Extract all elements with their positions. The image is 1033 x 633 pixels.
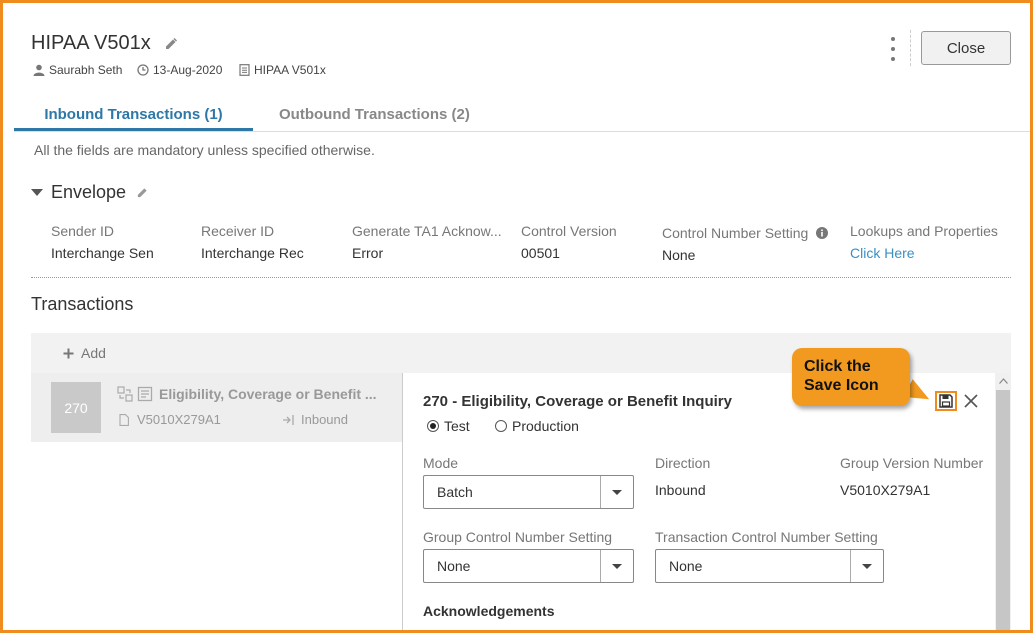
mode-label: Mode — [423, 455, 459, 471]
envelope-field-control-number: Control Number Setting None — [662, 225, 829, 263]
edi-doc-icon — [137, 386, 153, 402]
scrollbar-thumb[interactable] — [996, 390, 1010, 633]
transaction-control-label: Transaction Control Number Setting — [655, 529, 878, 545]
transaction-item-title: Eligibility, Coverage or Benefit ... — [159, 386, 377, 402]
panel-title: 270 - Eligibility, Coverage or Benefit I… — [423, 393, 732, 410]
envelope-field-receiver-id: Receiver ID Interchange Rec — [201, 223, 304, 261]
pencil-icon[interactable] — [156, 32, 178, 55]
envelope-field-control-version: Control Version 00501 — [521, 223, 617, 261]
close-icon[interactable] — [963, 393, 979, 409]
envelope-field-lookups: Lookups and Properties Click Here — [850, 223, 998, 261]
active-tab-indicator — [14, 128, 253, 131]
click-here-link[interactable]: Click Here — [850, 245, 998, 261]
direction-value: Inbound — [655, 482, 706, 498]
author-meta: Saurabh Seth — [33, 63, 122, 77]
group-version-label: Group Version Number — [840, 455, 984, 471]
dropdown-arrow-icon — [850, 550, 883, 582]
acknowledgements-heading: Acknowledgements — [423, 603, 555, 619]
save-icon[interactable] — [935, 391, 957, 411]
more-options-icon[interactable] — [889, 37, 897, 61]
date-meta: 13-Aug-2020 — [137, 63, 222, 77]
page-title: HIPAA V501x — [31, 32, 178, 55]
radio-unchecked-icon — [495, 420, 507, 432]
scroll-up-icon[interactable] — [995, 373, 1011, 389]
envelope-field-sender-id: Sender ID Interchange Sen — [51, 223, 154, 261]
section-divider — [31, 277, 1011, 278]
plus-icon — [63, 348, 74, 358]
document-icon — [239, 64, 250, 76]
add-transaction-button[interactable]: Add — [63, 345, 106, 361]
transaction-control-select[interactable]: None — [655, 549, 884, 583]
group-control-label: Group Control Number Setting — [423, 529, 613, 545]
transaction-item-direction: Inbound — [282, 412, 348, 427]
save-callout: Click the Save Icon — [792, 348, 910, 406]
file-icon — [119, 413, 129, 426]
envelope-header: Envelope — [31, 182, 149, 203]
mandatory-hint: All the fields are mandatory unless spec… — [34, 142, 375, 158]
doc-meta: HIPAA V501x — [239, 63, 326, 77]
group-version-value: V5010X279A1 — [840, 482, 931, 498]
tab-outbound-transactions[interactable]: Outbound Transactions (2) — [279, 106, 470, 123]
clock-icon — [137, 64, 149, 76]
tabs-divider — [14, 131, 1033, 132]
header-divider — [910, 30, 911, 66]
dropdown-arrow-icon — [600, 550, 633, 582]
transaction-item-version: V5010X279A1 — [119, 412, 221, 427]
pencil-icon[interactable] — [136, 186, 149, 199]
radio-checked-icon — [427, 420, 439, 432]
mode-select[interactable]: Batch — [423, 475, 634, 509]
info-icon[interactable] — [816, 227, 829, 239]
tab-inbound-transactions[interactable]: Inbound Transactions (1) — [14, 106, 253, 123]
envelope-title: Envelope — [51, 182, 127, 202]
transaction-code-tile: 270 — [51, 382, 101, 433]
user-icon — [33, 64, 45, 76]
radio-production[interactable]: Production — [495, 418, 579, 434]
inbound-icon — [283, 414, 294, 425]
direction-label: Direction — [655, 455, 711, 471]
radio-test[interactable]: Test — [427, 418, 470, 434]
transform-icon — [117, 386, 133, 402]
group-control-select[interactable]: None — [423, 549, 634, 583]
transactions-title: Transactions — [31, 294, 134, 314]
collapse-caret-icon[interactable] — [31, 189, 43, 196]
close-button[interactable]: Close — [921, 31, 1011, 65]
envelope-field-ta1: Generate TA1 Acknow... Error — [352, 223, 502, 261]
dropdown-arrow-icon — [600, 476, 633, 508]
